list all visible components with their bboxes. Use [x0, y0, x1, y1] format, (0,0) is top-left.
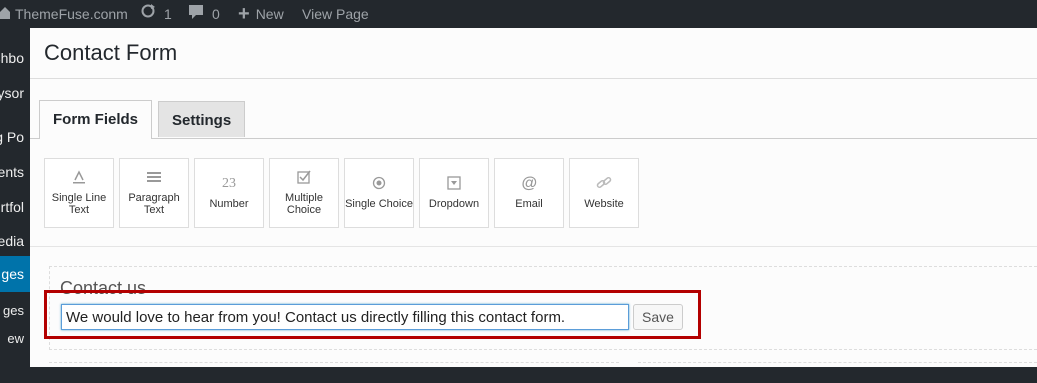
field-type-website[interactable]: Website: [569, 158, 639, 228]
sidebar-item-events[interactable]: ents: [0, 164, 24, 180]
sidebar-item-media[interactable]: edia: [0, 233, 24, 249]
form-field-placeholder: [638, 362, 1037, 383]
contact-form-modal: Contact Form Form Fields Settings Single…: [30, 28, 1037, 367]
sidebar-item-pages[interactable]: ges: [0, 256, 30, 292]
home-icon: [0, 0, 10, 28]
field-type-dropdown[interactable]: Dropdown: [419, 158, 489, 228]
link-icon: [596, 176, 612, 192]
sidebar-item-dashboard[interactable]: shbo: [0, 50, 24, 66]
field-type-label: Email: [515, 198, 543, 210]
updates-link[interactable]: 1: [140, 0, 172, 28]
text-icon: [72, 170, 86, 186]
radio-icon: [372, 176, 386, 192]
field-type-label: Paragraph Text: [128, 192, 180, 216]
modal-header: Contact Form: [30, 28, 1037, 79]
new-content-link[interactable]: + New: [238, 0, 284, 28]
view-page-link[interactable]: View Page: [302, 0, 369, 28]
comment-icon: [188, 0, 204, 28]
updates-count: 1: [164, 6, 172, 22]
save-button[interactable]: Save: [633, 304, 683, 330]
section-divider: [30, 246, 1037, 247]
field-type-label: Dropdown: [428, 198, 480, 210]
checkbox-icon: [297, 170, 311, 186]
at-icon: @: [521, 175, 537, 192]
tab-settings[interactable]: Settings: [158, 101, 246, 137]
plus-icon: +: [238, 3, 250, 25]
comments-count: 0: [212, 6, 220, 22]
site-name: ThemeFuse.conm: [15, 6, 128, 22]
form-field-placeholder: [49, 362, 619, 383]
field-type-multiple-choice[interactable]: Multiple Choice: [269, 158, 339, 228]
modal-title: Contact Form: [44, 40, 178, 65]
new-label: New: [255, 6, 284, 22]
modal-tabs: Form Fields Settings: [30, 100, 1037, 139]
comments-link[interactable]: 0: [188, 0, 220, 28]
form-description-input[interactable]: [61, 304, 629, 330]
sidebar-subitem-add-new[interactable]: ew: [7, 331, 24, 346]
sidebar-item-portfolio[interactable]: rtfol: [1, 199, 24, 215]
tab-form-fields[interactable]: Form Fields: [39, 100, 153, 139]
dropdown-icon: [447, 176, 461, 192]
field-type-single-line-text[interactable]: Single Line Text: [44, 158, 114, 228]
refresh-icon: [140, 0, 156, 28]
sidebar-item-blog-posts[interactable]: og Po: [0, 129, 24, 145]
site-home-link[interactable]: ThemeFuse.conm: [0, 0, 128, 28]
field-type-label: Multiple Choice: [285, 192, 323, 216]
field-type-label: Single Line Text: [51, 192, 107, 216]
field-type-label: Number: [209, 198, 249, 210]
view-page-label: View Page: [302, 6, 369, 22]
number-icon: 23: [222, 176, 236, 191]
admin-bar: ThemeFuse.conm 1 0 + New View Page: [0, 0, 1037, 28]
paragraph-icon: [147, 170, 161, 186]
field-type-paragraph-text[interactable]: Paragraph Text: [119, 158, 189, 228]
field-type-number[interactable]: 23 Number: [194, 158, 264, 228]
field-type-email[interactable]: @ Email: [494, 158, 564, 228]
admin-sidebar: shbo ysor og Po ents rtfol edia ges ges …: [0, 28, 30, 367]
field-type-label: Website: [584, 198, 624, 210]
sidebar-item-jetpack[interactable]: ysor: [0, 85, 24, 101]
field-type-single-choice[interactable]: Single Choice: [344, 158, 414, 228]
field-type-label: Single Choice: [345, 198, 413, 210]
sidebar-subitem-all-pages[interactable]: ges: [3, 303, 24, 318]
